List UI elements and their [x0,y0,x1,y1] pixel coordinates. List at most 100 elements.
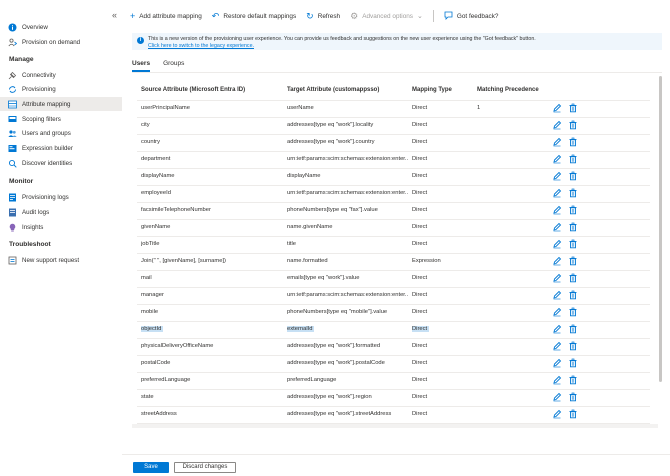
sidebar-item-provision-on-demand[interactable]: Provision on demand [0,35,122,49]
edit-icon[interactable] [552,205,562,215]
table-row[interactable]: manager urn:ietf:params:scim:schemas:exte… [137,287,650,304]
filter-icon [8,115,17,124]
delete-icon[interactable] [568,171,578,181]
sidebar: « Overview Provision on demand Manage Co… [0,0,122,476]
sidebar-item-new-support-request[interactable]: New support request [0,253,122,267]
delete-icon[interactable] [568,256,578,266]
edit-icon[interactable] [552,392,562,402]
table-row[interactable]: userPrincipalName userName Direct 1 [137,100,650,117]
sidebar-item-provisioning[interactable]: Provisioning [0,82,122,96]
edit-icon[interactable] [552,239,562,249]
mapping-type-cell-text: Direct [412,122,428,128]
edit-icon[interactable] [552,137,562,147]
got-feedback-button[interactable]: Got feedback? [444,11,498,22]
delete-icon[interactable] [568,409,578,419]
delete-icon[interactable] [568,358,578,368]
table-row[interactable]: Join(" ", [givenName], [surname]) name.fo… [137,253,650,270]
sidebar-item-overview[interactable]: Overview [0,20,122,34]
mapping-type-cell: Direct [412,190,472,196]
delete-icon[interactable] [568,375,578,385]
source-attribute-cell: displayName [141,173,285,179]
discard-changes-button[interactable]: Discard changes [174,462,236,473]
column-header-target[interactable]: Target Attribute (customappsso) [287,87,379,93]
source-attribute-cell: objectId [141,326,285,332]
column-header-matching-precedence[interactable]: Matching Precedence [477,87,539,93]
legacy-experience-link[interactable]: Click here to switch to the legacy exper… [148,43,254,49]
sidebar-item-audit-logs[interactable]: Audit logs [0,205,122,219]
delete-icon[interactable] [568,205,578,215]
delete-icon[interactable] [568,188,578,198]
delete-icon[interactable] [568,307,578,317]
table-row[interactable]: city addresses[type eq "work"].locality Di… [137,117,650,134]
refresh-button[interactable]: ↻ Refresh [306,11,340,21]
delete-icon[interactable] [568,154,578,164]
add-attribute-mapping-button[interactable]: + Add attribute mapping [130,11,202,21]
mapping-type-cell: Direct [412,394,472,400]
table-row[interactable]: state addresses[type eq "work"].region Dir… [137,389,650,406]
edit-icon[interactable] [552,273,562,283]
table-row[interactable]: facsimileTelephoneNumber phoneNumbers[typ… [137,202,650,219]
table-row[interactable]: department urn:ietf:params:scim:schemas:e… [137,151,650,168]
delete-icon[interactable] [568,290,578,300]
delete-icon[interactable] [568,120,578,130]
edit-icon[interactable] [552,222,562,232]
edit-icon[interactable] [552,307,562,317]
column-header-source[interactable]: Source Attribute (Microsoft Entra ID) [141,87,245,93]
edit-icon[interactable] [552,154,562,164]
tab-groups[interactable]: Groups [163,60,184,72]
table-row[interactable]: country addresses[type eq "work"].country… [137,134,650,151]
delete-icon[interactable] [568,137,578,147]
sidebar-item-scoping-filters[interactable]: Scoping filters [0,112,122,126]
table-row[interactable]: mail emails[type eq "work"].value Direct [137,270,650,287]
advanced-options-button[interactable]: ⚙ Advanced options ⌄ [350,11,423,21]
edit-icon[interactable] [552,375,562,385]
column-header-mapping-type[interactable]: Mapping Type [412,87,452,93]
sidebar-item-insights[interactable]: Insights [0,220,122,234]
sidebar-item-connectivity[interactable]: Connectivity [0,68,122,82]
edit-icon[interactable] [552,341,562,351]
vertical-scrollbar-thumb[interactable] [659,76,662,382]
table-row[interactable]: givenName name.givenName Direct [137,219,650,236]
collapse-sidebar-icon[interactable]: « [112,11,117,20]
tab-users[interactable]: Users [132,60,151,72]
edit-icon[interactable] [552,171,562,181]
restore-default-mappings-button[interactable]: ↶ Restore default mappings [212,11,296,21]
table-row[interactable]: objectId externalId Direct [137,321,650,338]
target-attribute-cell: addresses[type eq "work"].postalCode [287,360,408,366]
sidebar-item-expression-builder[interactable]: Expression builder [0,141,122,155]
edit-icon[interactable] [552,358,562,368]
source-attribute-cell: employeeId [141,190,285,196]
table-row[interactable]: displayName displayName Direct [137,168,650,185]
delete-icon[interactable] [568,392,578,402]
delete-icon[interactable] [568,273,578,283]
edit-icon[interactable] [552,256,562,266]
delete-icon[interactable] [568,239,578,249]
table-row[interactable]: jobTitle title Direct [137,236,650,253]
table-row[interactable]: streetAddress addresses[type eq "work"].s… [137,406,650,423]
sidebar-item-provisioning-logs[interactable]: Provisioning logs [0,190,122,204]
sidebar-item-discover-identities[interactable]: Discover identities [0,156,122,170]
delete-icon[interactable] [568,222,578,232]
edit-icon[interactable] [552,103,562,113]
sidebar-item-users-and-groups[interactable]: Users and groups [0,126,122,140]
table-row[interactable]: employeeId urn:ietf:params:scim:schemas:e… [137,185,650,202]
sidebar-item-attribute-mapping[interactable]: Attribute mapping [0,97,122,111]
delete-icon[interactable] [568,324,578,334]
delete-icon[interactable] [568,103,578,113]
table-row[interactable]: physicalDeliveryOfficeName addresses[type… [137,338,650,355]
table-row[interactable]: mobile phoneNumbers[type eq "mobile"].val… [137,304,650,321]
edit-icon[interactable] [552,290,562,300]
save-button[interactable]: Save [133,462,169,473]
horizontal-scrollbar[interactable] [132,424,658,428]
delete-icon[interactable] [568,341,578,351]
edit-icon[interactable] [552,409,562,419]
section-title-manage: Manage [9,56,34,63]
mapping-type-cell-text: Direct [412,360,428,366]
table-row[interactable]: preferredLanguage preferredLanguage Direct [137,372,650,389]
table-row[interactable]: postalCode addresses[type eq "work"].post… [137,355,650,372]
edit-icon[interactable] [552,324,562,334]
edit-icon[interactable] [552,188,562,198]
edit-icon[interactable] [552,120,562,130]
mapping-type-cell-text: Expression [412,258,441,264]
mapping-type-cell: Direct [412,173,472,179]
